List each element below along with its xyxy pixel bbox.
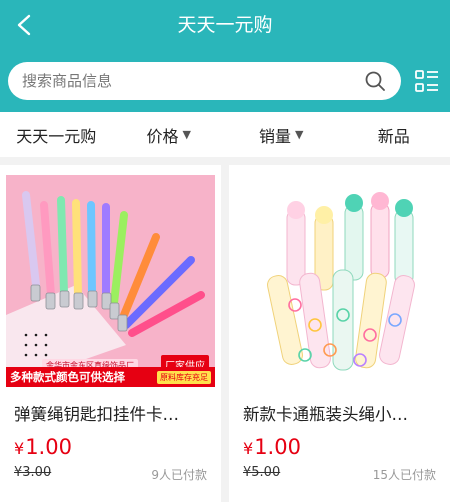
filter-label: 价格 [146,126,179,146]
product-image[interactable] [235,175,444,387]
product-card[interactable]: 金华市金东区真缘饰品厂 厂家供应 多种款式颜色可供选择 原料库存充足 弹簧绳钥匙… [0,165,221,502]
product-card[interactable]: 新款卡通瓶装头绳小… ¥1.00 ¥5.00 15人已付款 [229,165,450,502]
price-value: 1.00 [254,435,301,459]
search-box[interactable] [8,62,401,100]
original-price: ¥5.00 [243,465,281,480]
product-grid: 金华市金东区真缘饰品厂 厂家供应 多种款式颜色可供选择 原料库存充足 弹簧绳钥匙… [0,165,450,502]
filter-tab-one-yuan[interactable]: 天天一元购 [0,112,113,157]
filter-label: 销量 [259,126,292,146]
promo-text: 多种款式颜色可供选择 [10,370,125,384]
product-name[interactable]: 新款卡通瓶装头绳小… [243,401,439,425]
top-bar: 天天一元购 [0,0,450,112]
filter-bar: 天天一元购 价格 ▼ 销量 ▼ 新品 [0,112,450,157]
filter-label: 新品 [377,126,410,146]
original-price: ¥3.00 [14,465,52,480]
currency-symbol: ¥ [14,439,25,458]
price-value: 1.00 [25,435,72,459]
filter-tab-new[interactable]: 新品 [338,112,450,157]
caret-down-icon: ▼ [182,128,191,141]
sales-count: 9人已付款 [151,468,207,482]
search-input[interactable] [8,62,357,100]
filter-tab-price[interactable]: 价格 ▼ [113,112,226,157]
sales-count: 15人已付款 [372,468,436,482]
currency-symbol: ¥ [243,439,254,458]
product-image[interactable]: 金华市金东区真缘饰品厂 厂家供应 多种款式颜色可供选择 原料库存充足 [6,175,215,387]
caret-down-icon: ▼ [295,128,304,141]
product-price: ¥1.00 [243,435,301,459]
product-name[interactable]: 弹簧绳钥匙扣挂件卡… [14,401,210,425]
list-layout-icon[interactable] [413,68,441,96]
page-title: 天天一元购 [177,14,273,36]
promo-banner: 多种款式颜色可供选择 原料库存充足 [6,367,215,387]
filter-label: 天天一元购 [16,126,97,146]
filter-tab-sales[interactable]: 销量 ▼ [225,112,338,157]
product-price: ¥1.00 [14,435,72,459]
stock-badge: 原料库存充足 [157,370,211,384]
search-icon[interactable] [357,63,393,99]
